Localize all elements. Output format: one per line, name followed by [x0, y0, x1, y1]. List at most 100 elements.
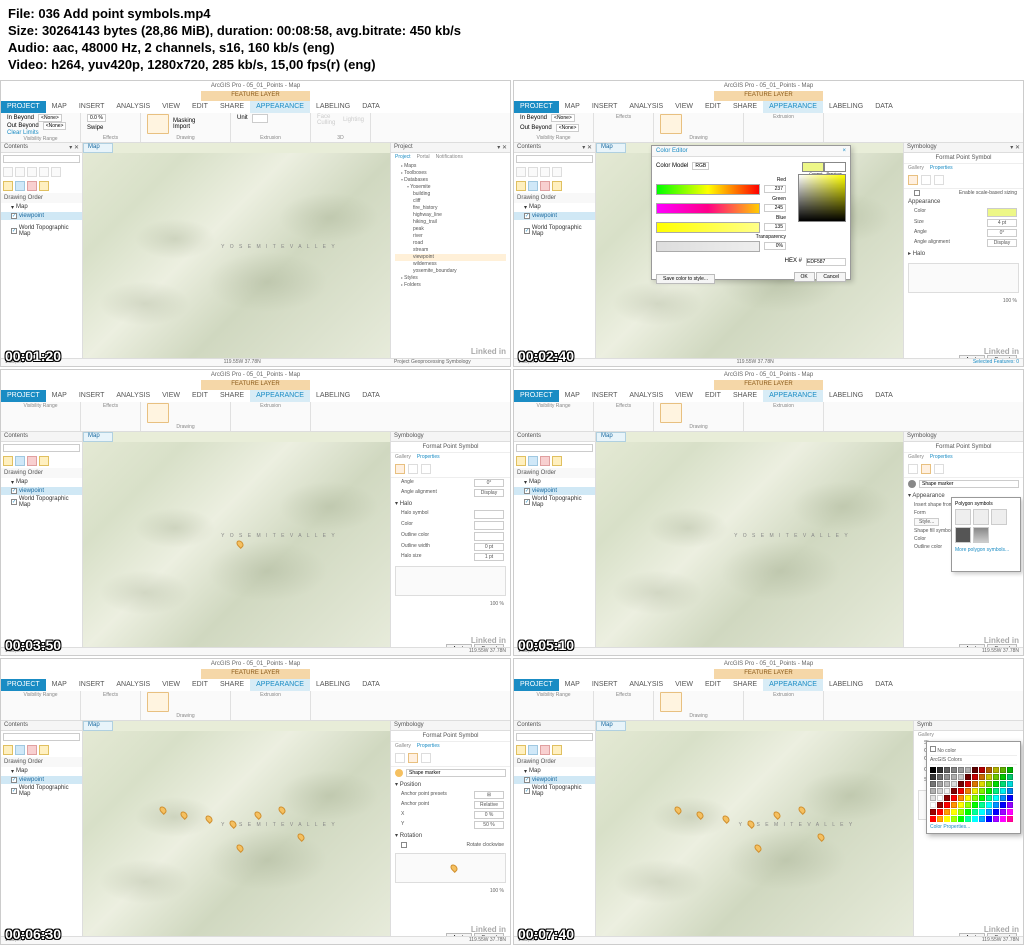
color-swatch[interactable]: [972, 767, 978, 773]
color-swatch[interactable]: [958, 774, 964, 780]
color-swatch[interactable]: [979, 788, 985, 794]
color-swatch[interactable]: [944, 774, 950, 780]
alpha-slider[interactable]: [656, 241, 760, 252]
color-swatch[interactable]: [1000, 788, 1006, 794]
color-swatch[interactable]: [979, 802, 985, 808]
color-swatch[interactable]: [937, 774, 943, 780]
color-swatch[interactable]: [986, 781, 992, 787]
color-swatch[interactable]: [993, 795, 999, 801]
color-swatch[interactable]: [993, 809, 999, 815]
tab-view[interactable]: VIEW: [156, 101, 186, 113]
color-swatch[interactable]: [937, 788, 943, 794]
color-swatch[interactable]: [930, 816, 936, 822]
wrench-icon[interactable]: [921, 175, 931, 185]
color-swatch[interactable]: [979, 809, 985, 815]
color-swatch[interactable]: [930, 774, 936, 780]
color-swatch[interactable]: [937, 816, 943, 822]
map-view[interactable]: Map Y O S E M I T E V A L L E Y: [83, 143, 390, 367]
swipe-btn[interactable]: Swipe: [87, 125, 103, 131]
color-swatch[interactable]: [972, 788, 978, 794]
color-swatch[interactable]: [993, 774, 999, 780]
color-swatch[interactable]: [944, 802, 950, 808]
tab-labeling[interactable]: LABELING: [310, 101, 356, 113]
color-swatch[interactable]: [986, 816, 992, 822]
color-swatch[interactable]: [930, 788, 936, 794]
out-beyond-drop[interactable]: <None>: [43, 122, 67, 130]
color-swatch[interactable]: [1000, 802, 1006, 808]
tab-insert[interactable]: INSERT: [73, 101, 111, 113]
in-beyond-drop[interactable]: <None>: [38, 114, 62, 122]
map-tab[interactable]: Map: [83, 143, 113, 153]
color-swatch[interactable]: [986, 795, 992, 801]
color-swatch[interactable]: [1000, 816, 1006, 822]
swatch-grid[interactable]: [930, 767, 1017, 822]
sv-picker[interactable]: [798, 174, 846, 222]
color-swatch[interactable]: [965, 767, 971, 773]
color-swatch[interactable]: [1007, 795, 1013, 801]
color-swatch[interactable]: [937, 809, 943, 815]
color-swatch[interactable]: [951, 781, 957, 787]
brush-icon[interactable]: [908, 175, 918, 185]
color-swatch[interactable]: [937, 802, 943, 808]
color-swatch[interactable]: [958, 781, 964, 787]
color-swatch[interactable]: [1007, 788, 1013, 794]
color-swatch[interactable]: [951, 809, 957, 815]
color-swatch[interactable]: [965, 774, 971, 780]
color-swatch[interactable]: [965, 788, 971, 794]
color-swatch[interactable]: [937, 781, 943, 787]
color-swatch[interactable]: [1007, 774, 1013, 780]
color-swatch[interactable]: [951, 802, 957, 808]
color-swatch[interactable]: [965, 802, 971, 808]
search-input[interactable]: [3, 155, 80, 163]
list-icon[interactable]: [3, 167, 13, 177]
color-swatch[interactable]: [951, 795, 957, 801]
color-swatch[interactable]: [951, 788, 957, 794]
color-swatch[interactable]: [979, 795, 985, 801]
color-swatch[interactable]: [951, 767, 957, 773]
color-swatch[interactable]: [979, 767, 985, 773]
poly-swatch[interactable]: [955, 509, 971, 525]
save-style-btn[interactable]: Save color to style...: [656, 274, 715, 284]
color-swatch[interactable]: [930, 781, 936, 787]
tab-analysis[interactable]: ANALYSIS: [110, 101, 156, 113]
blue-slider[interactable]: [656, 222, 760, 233]
tab-appearance[interactable]: APPEARANCE: [250, 101, 310, 113]
color-swatch[interactable]: [972, 795, 978, 801]
color-props-link[interactable]: Color Properties...: [930, 824, 1017, 830]
color-swatch[interactable]: [979, 781, 985, 787]
color-swatch[interactable]: [993, 816, 999, 822]
color-swatch[interactable]: [1007, 816, 1013, 822]
color-swatch[interactable]: [958, 795, 964, 801]
color-swatch[interactable]: [951, 774, 957, 780]
color-swatch[interactable]: [944, 788, 950, 794]
context-tab[interactable]: FEATURE LAYER: [201, 91, 309, 101]
pct-input[interactable]: 0.0 %: [87, 114, 106, 122]
color-swatch[interactable]: [958, 809, 964, 815]
color-swatch[interactable]: [986, 767, 992, 773]
color-swatch[interactable]: [972, 802, 978, 808]
color-swatch[interactable]: [1000, 809, 1006, 815]
color-swatch[interactable]: [944, 781, 950, 787]
color-swatch[interactable]: [979, 816, 985, 822]
tab-data[interactable]: DATA: [356, 101, 386, 113]
color-swatch[interactable]: [930, 795, 936, 801]
color-swatch[interactable]: [1007, 802, 1013, 808]
color-swatch[interactable]: [958, 788, 964, 794]
close-icon[interactable]: ×: [842, 148, 846, 154]
green-slider[interactable]: [656, 203, 760, 214]
color-swatch[interactable]: [986, 809, 992, 815]
color-swatch[interactable]: [986, 788, 992, 794]
shape-marker-drop[interactable]: Shape marker: [919, 480, 1019, 488]
color-swatch[interactable]: [930, 802, 936, 808]
color-swatch[interactable]: [965, 781, 971, 787]
color-swatch[interactable]: [972, 781, 978, 787]
color-swatch[interactable]: [944, 809, 950, 815]
symbology-btn[interactable]: [147, 114, 169, 134]
color-swatch[interactable]: [1007, 809, 1013, 815]
color-swatch[interactable]: [944, 816, 950, 822]
color-swatch[interactable]: [937, 795, 943, 801]
color-swatch[interactable]: [958, 816, 964, 822]
color-swatch[interactable]: [986, 802, 992, 808]
color-swatch[interactable]: [1007, 781, 1013, 787]
color-swatch[interactable]: [965, 816, 971, 822]
